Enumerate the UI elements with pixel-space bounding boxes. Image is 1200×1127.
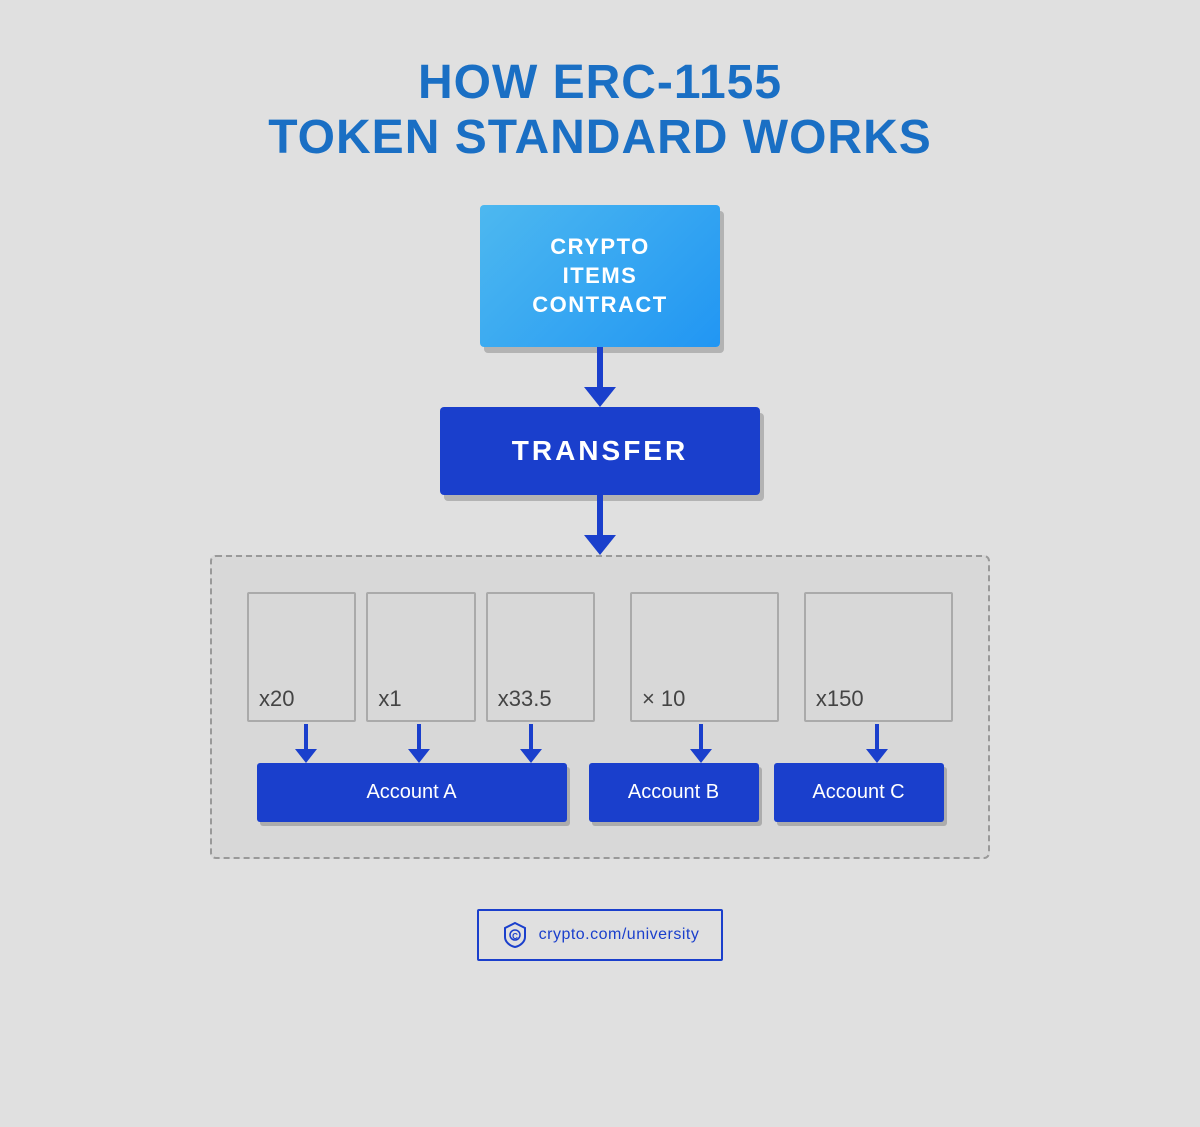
head-b1 [690, 749, 712, 763]
dashed-container: x20 x1 x33.5 × 10 x150 [210, 555, 990, 859]
arrow-a1 [295, 724, 317, 763]
account-b-label: Account B [628, 781, 719, 803]
shaft-a2 [417, 724, 421, 749]
footer-text: crypto.com/university [539, 926, 700, 944]
diagram: CRYPTO ITEMS CONTRACT TRANSFER x20 x1 x3… [210, 205, 990, 859]
arrows-group-c [796, 724, 958, 763]
contract-box: CRYPTO ITEMS CONTRACT [480, 205, 720, 347]
arrow-b1 [690, 724, 712, 763]
transfer-box: TRANSFER [440, 407, 760, 495]
token-qty-1: x20 [259, 686, 294, 712]
token-qty-4: × 10 [642, 686, 685, 712]
head-c1 [866, 749, 888, 763]
arrow-head-2 [584, 535, 616, 555]
arrow-transfer-to-tokens [584, 495, 616, 555]
shaft-a3 [529, 724, 533, 749]
contract-label: CRYPTO ITEMS CONTRACT [532, 234, 667, 316]
account-a-box: Account A [257, 763, 567, 822]
account-b-box: Account B [589, 763, 759, 822]
accounts-row: Account A Account B Account C [242, 763, 958, 822]
tokens-row: x20 x1 x33.5 × 10 x150 [242, 592, 958, 722]
arrow-shaft-2 [597, 495, 603, 535]
token-box-1: x20 [247, 592, 356, 722]
title-line1: HOW ERC-1155 [268, 55, 932, 110]
head-a3 [520, 749, 542, 763]
transfer-label: TRANSFER [512, 435, 688, 466]
token-box-2: x1 [366, 592, 475, 722]
head-a2 [408, 749, 430, 763]
account-c-label: Account C [812, 781, 904, 803]
shaft-c1 [875, 724, 879, 749]
shaft-a1 [304, 724, 308, 749]
crypto-logo-icon: C [501, 921, 529, 949]
shaft-b1 [699, 724, 703, 749]
arrow-c1 [866, 724, 888, 763]
main-title: HOW ERC-1155 TOKEN STANDARD WORKS [268, 55, 932, 165]
footer: C crypto.com/university [477, 909, 724, 961]
svg-text:C: C [512, 932, 518, 941]
arrow-a2 [408, 724, 430, 763]
arrows-row [242, 724, 958, 763]
arrow-contract-to-transfer [584, 347, 616, 407]
token-box-5: x150 [804, 592, 953, 722]
account-a-label: Account A [366, 781, 456, 803]
token-box-4: × 10 [630, 592, 779, 722]
title-line2: TOKEN STANDARD WORKS [268, 110, 932, 165]
token-box-3: x33.5 [486, 592, 595, 722]
arrows-group-b [620, 724, 782, 763]
token-qty-5: x150 [816, 686, 864, 712]
token-qty-2: x1 [378, 686, 401, 712]
arrow-head [584, 387, 616, 407]
account-c-box: Account C [774, 763, 944, 822]
token-qty-3: x33.5 [498, 686, 552, 712]
arrow-shaft [597, 347, 603, 387]
arrow-a3 [520, 724, 542, 763]
arrows-group-a [242, 724, 595, 763]
head-a1 [295, 749, 317, 763]
